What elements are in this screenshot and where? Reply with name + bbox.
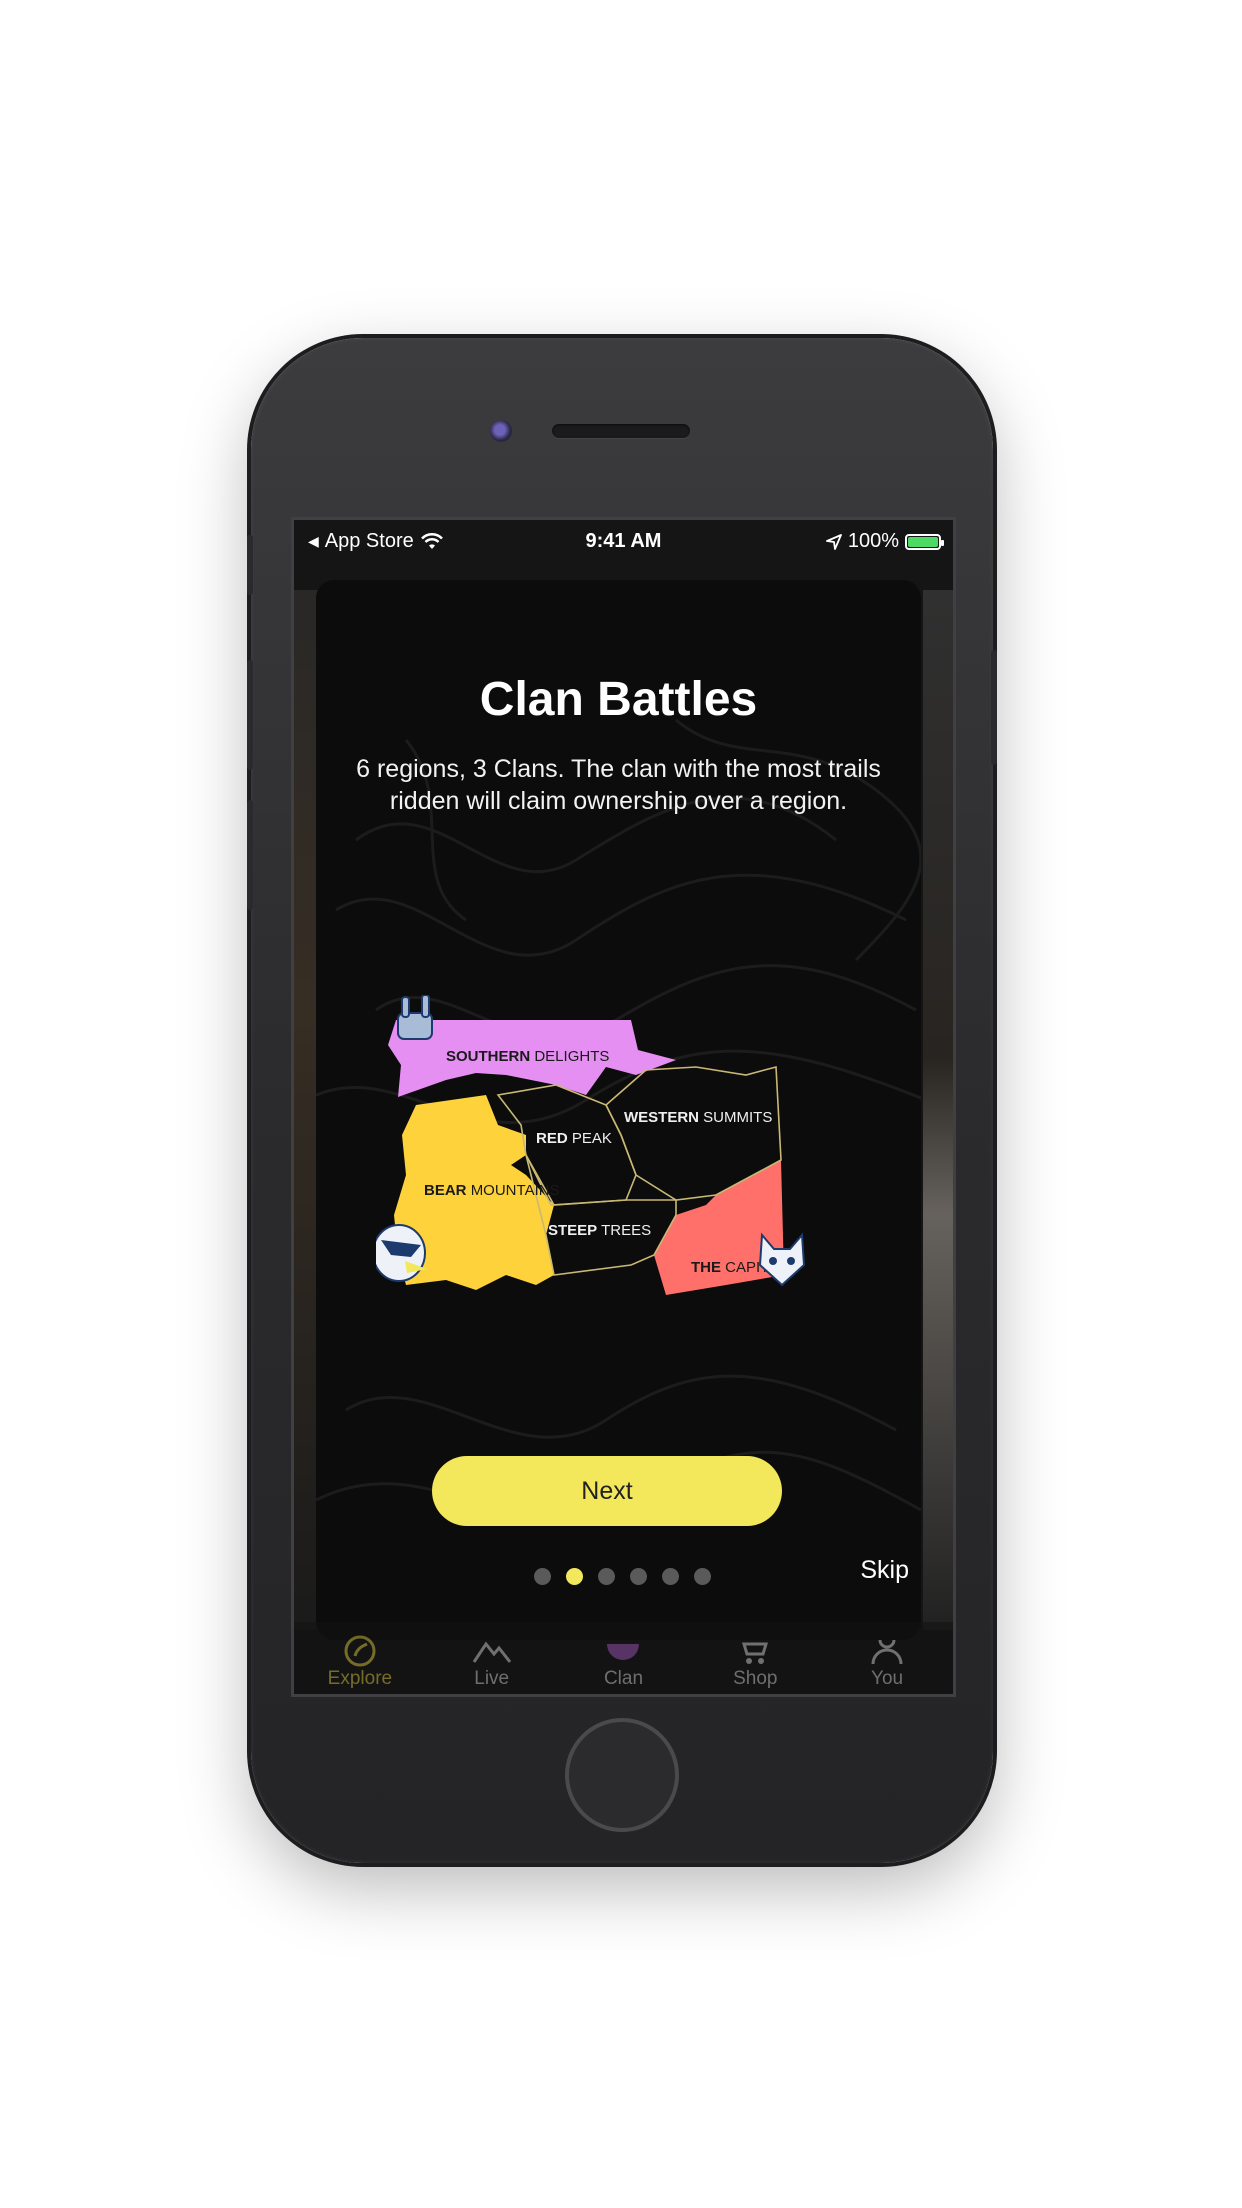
page-dot[interactable] (630, 1568, 647, 1585)
page-dot[interactable] (534, 1568, 551, 1585)
page-dot[interactable] (694, 1568, 711, 1585)
onboarding-title: Clan Battles (479, 673, 758, 726)
label-red-peak: RED PEAK (536, 1130, 612, 1147)
label-bear-mountains: BEAR MOUNTAINS (424, 1182, 560, 1199)
tab-live-label: Live (474, 1668, 510, 1689)
cart-icon (738, 1634, 772, 1668)
tab-live[interactable]: Live (432, 1634, 552, 1690)
page-dot[interactable] (598, 1568, 615, 1585)
battery-icon (905, 533, 944, 550)
tab-clan[interactable]: Clan (563, 1634, 683, 1690)
status-bar: ◀ App Store 9:41 AM 100% (294, 520, 953, 568)
region-map: SOUTHERN DELIGHTS BEAR MOUNTAINS THE CAP… (372, 994, 856, 1375)
home-button[interactable] (565, 1718, 679, 1832)
background-card-left (294, 590, 318, 1630)
rock-hand-clan-icon (397, 994, 433, 1040)
tab-clan-label: Clan (603, 1668, 644, 1689)
mute-switch (247, 535, 253, 595)
battery-percent: 100% (847, 530, 899, 552)
battery-fill (908, 536, 938, 547)
tab-explore-label: Explore (327, 1668, 393, 1689)
label-southern-delights: SOUTHERN DELIGHTS (446, 1048, 609, 1065)
next-button[interactable]: Next (432, 1456, 782, 1526)
background-card-right (923, 590, 953, 1630)
label-steep-trees: STEEP TREES (548, 1222, 651, 1239)
earpiece-speaker (552, 424, 690, 438)
front-camera (490, 420, 512, 442)
mountain-icon (472, 1634, 512, 1668)
tab-you[interactable]: You (827, 1634, 947, 1690)
volume-up-button (247, 660, 253, 770)
tab-explore[interactable]: Explore (300, 1634, 420, 1690)
tab-shop-label: Shop (733, 1668, 778, 1689)
tab-shop[interactable]: Shop (695, 1634, 815, 1690)
location-arrow-icon (825, 533, 842, 550)
person-icon (870, 1634, 904, 1668)
page-dot[interactable] (566, 1568, 583, 1585)
tab-bar: Explore Live Clan Shop You (294, 1622, 953, 1694)
onboarding-description: 6 regions, 3 Clans. The clan with the mo… (356, 755, 881, 815)
page-indicator (534, 1568, 711, 1585)
power-button (991, 650, 997, 765)
onboarding-card: Clan Battles 6 regions, 3 Clans. The cla… (316, 580, 921, 1640)
page-dot[interactable] (662, 1568, 679, 1585)
skip-button[interactable]: Skip (860, 1556, 909, 1585)
label-western-summits: WESTERN SUMMITS (624, 1109, 772, 1126)
clan-icon (603, 1634, 643, 1668)
volume-down-button (247, 800, 253, 910)
explore-icon (343, 1634, 377, 1668)
status-right: 100% (825, 530, 944, 553)
tab-you-label: You (871, 1668, 904, 1689)
screen: ◀ App Store 9:41 AM 100% Clan Battles 6 … (291, 517, 956, 1697)
